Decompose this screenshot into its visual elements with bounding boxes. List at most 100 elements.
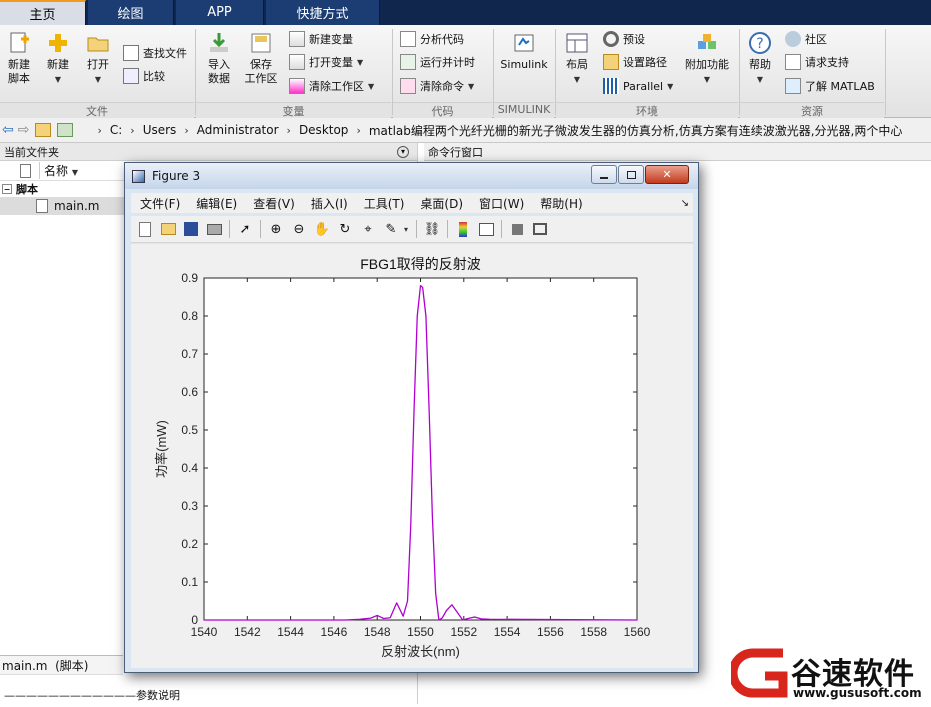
address-path[interactable]: › C: › Users › Administrator › Desktop ›… — [83, 122, 903, 139]
menu-edit[interactable]: 编辑(E) — [196, 195, 237, 212]
file-row-main[interactable]: main.m — [0, 197, 124, 215]
add-ons-button[interactable]: 附加功能 ▼ — [680, 31, 734, 87]
crumb-users[interactable]: Users — [143, 123, 177, 137]
menu-tools[interactable]: 工具(T) — [364, 195, 405, 212]
path-separator: › — [286, 123, 291, 137]
find-files-icon — [123, 45, 139, 61]
menu-view[interactable]: 查看(V) — [253, 195, 295, 212]
simulink-button[interactable]: Simulink — [497, 31, 551, 72]
chart-title: FBG1取得的反射波 — [360, 256, 481, 272]
tab-apps[interactable]: APP — [176, 0, 264, 25]
minimize-button[interactable] — [591, 165, 617, 184]
collapse-icon[interactable]: − — [2, 184, 12, 194]
menu-window[interactable]: 窗口(W) — [479, 195, 524, 212]
set-path-button[interactable]: 设置路径 — [603, 52, 667, 72]
parallel-button[interactable]: Parallel ▼ — [603, 76, 673, 96]
compare-button[interactable]: 比较 — [123, 66, 165, 86]
menu-file[interactable]: 文件(F) — [140, 195, 180, 212]
crumb-administrator[interactable]: Administrator — [197, 123, 279, 137]
tab-home[interactable]: 主页 — [0, 0, 86, 25]
up-folder-icon[interactable] — [35, 123, 52, 137]
group-title-simulink: SIMULINK — [494, 102, 554, 118]
edit-plot-pointer-icon[interactable]: ➚ — [235, 219, 255, 239]
run-time-icon — [400, 54, 416, 70]
maximize-icon — [626, 170, 636, 179]
y-tick-label: 0.2 — [181, 537, 198, 551]
run-and-time-button[interactable]: 运行并计时 — [400, 52, 475, 72]
y-tick-label: 0.4 — [181, 461, 198, 475]
crumb-desktop[interactable]: Desktop — [299, 123, 349, 137]
zoom-in-icon[interactable]: ⊕ — [266, 219, 286, 239]
save-workspace-button[interactable]: 保存 工作区 — [243, 31, 279, 86]
layout-button[interactable]: 布局 ▼ — [560, 31, 594, 87]
pan-hand-icon[interactable]: ✋ — [312, 219, 332, 239]
tab-shortcuts[interactable]: 快捷方式 — [266, 0, 380, 25]
column-name-header[interactable]: 名称 ▼ — [39, 162, 78, 179]
hide-plot-tools-icon[interactable] — [507, 219, 527, 239]
y-axis-label: 功率(mW) — [154, 420, 169, 478]
figure-menubar: 文件(F) 编辑(E) 查看(V) 插入(I) 工具(T) 桌面(D) 窗口(W… — [131, 193, 693, 213]
dropdown-arrow-icon: ▼ — [368, 81, 375, 91]
maximize-button[interactable] — [618, 165, 644, 184]
ribbon: 新建 脚本 新建 ▼ 打开 ▼ 查找文件 比较 文件 导入 数据 保存 工作区 新建… — [0, 25, 931, 118]
layout-icon — [566, 33, 588, 53]
brush-dropdown-icon[interactable]: ▾ — [404, 225, 408, 234]
zoom-out-icon[interactable]: ⊖ — [289, 219, 309, 239]
data-cursor-icon[interactable]: ⌖ — [358, 219, 378, 239]
tab-plots[interactable]: 绘图 — [88, 0, 174, 25]
show-plot-tools-icon[interactable] — [530, 219, 550, 239]
forward-arrow-icon[interactable]: ⇨ — [18, 122, 30, 138]
menu-insert[interactable]: 插入(I) — [311, 195, 348, 212]
import-data-button[interactable]: 导入 数据 — [201, 31, 237, 86]
new-script-button[interactable]: 新建 脚本 — [2, 31, 36, 86]
close-button[interactable]: ✕ — [645, 165, 689, 184]
group-title-environment: 环境 — [556, 102, 738, 118]
colorbar-icon[interactable] — [453, 219, 473, 239]
line-chart[interactable]: 1540 1542 1544 1546 1548 1550 1552 1554 1556 1558… — [131, 244, 693, 668]
legend-icon[interactable] — [476, 219, 496, 239]
new-figure-icon[interactable] — [135, 219, 155, 239]
new-variable-icon — [289, 31, 305, 47]
x-tick-label: 1544 — [277, 625, 304, 639]
dock-arrow-icon[interactable]: ↘ — [681, 198, 689, 209]
x-tick-label: 1540 — [191, 625, 218, 639]
learn-matlab-button[interactable]: 了解 MATLAB — [785, 76, 875, 96]
figure-titlebar[interactable]: Figure 3 ✕ — [125, 163, 698, 189]
brush-icon[interactable]: ✎ — [381, 219, 401, 239]
folder-path-icon — [603, 54, 619, 70]
community-icon — [785, 31, 801, 47]
y-tick-label: 0.5 — [181, 423, 198, 437]
clear-workspace-button[interactable]: 清除工作区 ▼ — [289, 76, 374, 96]
menu-help[interactable]: 帮助(H) — [540, 195, 582, 212]
help-button[interactable]: ? 帮助 ▼ — [744, 31, 776, 87]
toolbar-divider — [501, 220, 503, 238]
crumb-project-folder[interactable]: matlab编程两个光纤光栅的新光子微波发生器的仿真分析,仿真方案有连续波激光器… — [369, 122, 904, 139]
menu-desktop[interactable]: 桌面(D) — [420, 195, 463, 212]
clear-commands-button[interactable]: 清除命令 ▼ — [400, 76, 474, 96]
find-files-button[interactable]: 查找文件 — [123, 43, 187, 63]
open-variable-button[interactable]: 打开变量 ▼ — [289, 52, 363, 72]
open-file-icon[interactable] — [158, 219, 178, 239]
community-button[interactable]: 社区 — [785, 29, 827, 49]
clear-commands-icon — [400, 78, 416, 94]
new-variable-button[interactable]: 新建变量 — [289, 29, 353, 49]
back-arrow-icon[interactable]: ⇦ — [2, 122, 14, 138]
preferences-button[interactable]: 预设 — [603, 29, 645, 49]
new-button[interactable]: 新建 ▼ — [40, 31, 76, 87]
request-support-button[interactable]: 请求支持 — [785, 52, 849, 72]
analyze-code-button[interactable]: 分析代码 — [400, 29, 464, 49]
toolbar-divider — [416, 220, 418, 238]
dropdown-arrow-icon: ▼ — [468, 81, 475, 91]
panel-menu-icon[interactable]: ▾ — [397, 145, 409, 158]
open-button[interactable]: 打开 ▼ — [80, 31, 116, 87]
crumb-drive[interactable]: C: — [110, 123, 122, 137]
matlab-figure-icon — [132, 169, 145, 183]
link-plot-icon[interactable]: ⛓ — [422, 219, 442, 239]
browse-folder-icon[interactable] — [57, 123, 74, 137]
help-icon: ? — [749, 32, 771, 54]
print-icon[interactable] — [204, 219, 224, 239]
save-workspace-icon — [251, 33, 271, 53]
rotate-3d-icon[interactable]: ↻ — [335, 219, 355, 239]
save-figure-icon[interactable] — [181, 219, 201, 239]
address-bar: ⇦ ⇨ › C: › Users › Administrator › Deskt… — [0, 118, 931, 143]
